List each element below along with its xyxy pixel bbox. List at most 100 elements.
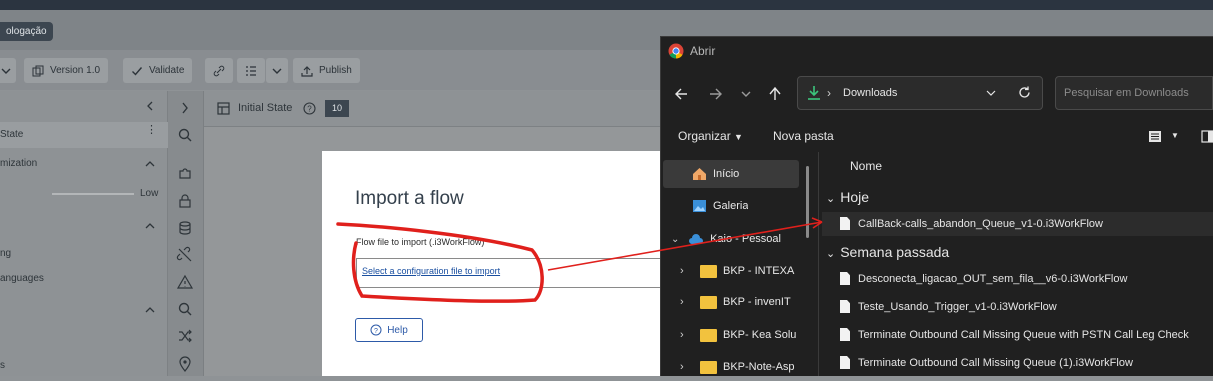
file-item[interactable]: Terminate Outbound Call Missing Queue (1… xyxy=(830,351,1213,375)
chevron-right-icon[interactable]: › xyxy=(680,353,700,381)
file-icon xyxy=(840,356,850,369)
upload-icon xyxy=(301,65,313,77)
nav-item-bkp-kea[interactable]: › BKP- Kea Solu xyxy=(680,321,800,349)
left-row-mization-label: mization xyxy=(0,158,38,169)
warning-icon[interactable] xyxy=(176,273,194,291)
chrome-logo-icon xyxy=(668,43,684,59)
shuffle-icon[interactable] xyxy=(176,327,194,345)
file-item[interactable]: Teste_Usando_Trigger_v1-0.i3WorkFlow xyxy=(830,295,1213,319)
chevron-down-icon xyxy=(272,68,282,74)
chevron-down-icon[interactable] xyxy=(985,87,997,99)
group-header-hoje[interactable]: ⌄ Hoje xyxy=(826,189,869,205)
nav-label: BKP - INTEXA xyxy=(723,265,795,277)
list-view-dropdown[interactable] xyxy=(266,58,288,83)
address-bar[interactable] xyxy=(797,76,1043,110)
validate-label: Validate xyxy=(149,65,185,76)
nav-item-inicio[interactable]: Início xyxy=(692,160,739,188)
download-icon xyxy=(808,86,820,100)
nav-scrollbar[interactable] xyxy=(806,166,809,238)
organize-menu[interactable]: Organizar ▼ xyxy=(678,129,743,143)
nav-label: BKP- Kea Solu xyxy=(723,329,797,341)
chevron-right-icon[interactable] xyxy=(176,99,194,117)
organize-label: Organizar xyxy=(678,129,731,143)
priority-slider[interactable] xyxy=(52,193,134,195)
chevron-up-icon[interactable] xyxy=(145,305,155,315)
file-icon xyxy=(840,272,850,285)
database-icon[interactable] xyxy=(176,219,194,237)
refresh-icon[interactable] xyxy=(1017,85,1032,100)
nav-item-kaio-pessoal[interactable]: ⌄ Kaio - Pessoal xyxy=(671,225,781,253)
chevron-down-icon xyxy=(1,68,11,74)
new-folder-button[interactable]: Nova pasta xyxy=(773,129,834,143)
toolbar-dropdown-button[interactable] xyxy=(0,58,16,83)
pane-divider[interactable] xyxy=(818,152,819,376)
version-button[interactable]: Version 1.0 xyxy=(24,58,109,83)
left-row-s[interactable]: s xyxy=(0,353,168,379)
chevron-down-icon[interactable] xyxy=(736,84,756,104)
select-file-link[interactable]: Select a configuration file to import xyxy=(362,266,500,276)
chevron-down-icon: ⌄ xyxy=(826,193,836,205)
nav-item-bkp-invenit[interactable]: › BKP - invenIT xyxy=(680,288,800,316)
up-arrow-icon[interactable] xyxy=(765,84,785,104)
column-header-name[interactable]: Nome xyxy=(850,159,882,173)
version-label: Version 1.0 xyxy=(50,65,101,76)
file-icon xyxy=(840,217,850,230)
copy-icon xyxy=(32,65,44,76)
unlink-icon[interactable] xyxy=(176,246,194,264)
forward-arrow-icon[interactable] xyxy=(705,84,725,104)
publish-button[interactable]: Publish xyxy=(293,58,360,83)
help-circle-icon[interactable]: ? xyxy=(303,102,316,115)
left-row-languages[interactable]: anguages xyxy=(0,266,168,292)
file-item[interactable]: Terminate Outbound Call Missing Queue wi… xyxy=(830,323,1213,347)
list-view-button[interactable] xyxy=(237,58,265,83)
left-row-mization[interactable]: mization xyxy=(0,151,168,177)
lock-icon[interactable] xyxy=(176,192,194,210)
file-name: Teste_Usando_Trigger_v1-0.i3WorkFlow xyxy=(858,301,1057,313)
chevron-up-icon[interactable] xyxy=(145,159,155,169)
more-vertical-icon[interactable]: ⋮ xyxy=(146,125,157,141)
link-button[interactable] xyxy=(205,58,233,83)
file-name: CallBack-calls_abandon_Queue_v1-0.i3Work… xyxy=(858,218,1103,230)
help-circle-icon: ? xyxy=(370,324,382,336)
left-row-state[interactable]: State xyxy=(0,122,168,148)
nav-item-bkp-intexa[interactable]: › BKP - INTEXA xyxy=(680,257,800,285)
preview-pane-icon[interactable] xyxy=(1201,130,1213,143)
view-list-icon[interactable] xyxy=(1148,130,1162,143)
chevron-right-icon[interactable]: › xyxy=(680,321,700,349)
back-arrow-icon[interactable] xyxy=(672,84,692,104)
left-row-languages-label: anguages xyxy=(0,273,44,284)
help-button[interactable]: ? Help xyxy=(355,318,423,342)
search-placeholder: Pesquisar em Downloads xyxy=(1064,87,1189,99)
help-label: Help xyxy=(387,324,408,336)
file-item[interactable]: Desconecta_ligacao_OUT_sem_fila__v6-0.i3… xyxy=(830,267,1213,291)
breadcrumb-separator-icon: › xyxy=(827,86,831,100)
validate-button[interactable]: Validate xyxy=(123,58,193,83)
group-label: Hoje xyxy=(840,189,870,205)
caret-down-icon[interactable]: ▼ xyxy=(1171,131,1179,140)
home-icon xyxy=(693,168,706,181)
left-row-ng[interactable]: ng xyxy=(0,241,168,267)
link-icon xyxy=(213,65,225,76)
folder-icon xyxy=(700,328,717,342)
puzzle-icon[interactable] xyxy=(176,165,194,183)
nav-item-galeria[interactable]: Galeria xyxy=(692,192,748,220)
location-pin-icon[interactable] xyxy=(176,355,194,373)
svg-text:?: ? xyxy=(307,105,312,114)
file-name: Terminate Outbound Call Missing Queue (1… xyxy=(858,357,1133,369)
chevron-up-icon[interactable] xyxy=(145,221,155,231)
file-icon xyxy=(840,328,850,341)
file-item[interactable]: CallBack-calls_abandon_Queue_v1-0.i3Work… xyxy=(830,212,1213,236)
check-icon xyxy=(132,66,143,76)
chevron-right-icon[interactable]: › xyxy=(680,288,700,316)
caret-down-icon: ▼ xyxy=(734,132,743,142)
nav-item-bkp-note[interactable]: › BKP-Note-Asp xyxy=(680,353,800,381)
gallery-icon xyxy=(693,200,706,213)
chevron-down-icon[interactable]: ⌄ xyxy=(671,226,685,253)
priority-value: Low xyxy=(140,188,159,199)
search-icon[interactable] xyxy=(176,126,194,144)
dialog-title: Abrir xyxy=(690,44,716,58)
search-icon[interactable] xyxy=(176,300,194,318)
chevron-right-icon[interactable]: › xyxy=(680,257,700,285)
group-header-semana-passada[interactable]: ⌄ Semana passada xyxy=(826,244,949,260)
chevron-left-icon[interactable] xyxy=(145,101,155,111)
